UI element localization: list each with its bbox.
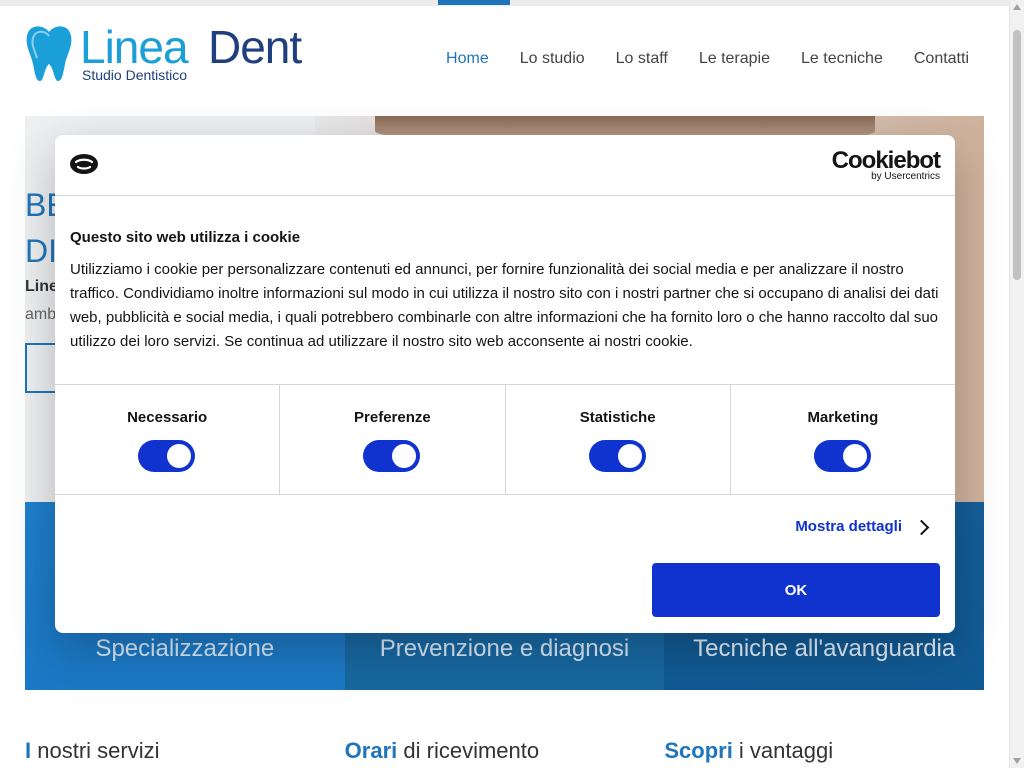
cookie-category-toggles: Necessario Preferenze Statistiche Market… xyxy=(55,384,955,495)
toggle-label: Preferenze xyxy=(354,409,431,426)
feature-label: Tecniche all'avanguardia xyxy=(693,635,956,662)
heading-accent: Scopri xyxy=(664,738,733,763)
heading-rest: di ricevimento xyxy=(397,738,540,763)
site-logo[interactable]: Linea Dent Studio Dentistico xyxy=(25,21,325,88)
ok-button[interactable]: OK xyxy=(652,563,940,617)
scroll-up-arrow-icon[interactable] xyxy=(1013,4,1021,10)
bottom-headings: I nostri servizi Orari di ricevimento Sc… xyxy=(25,738,984,764)
site-header: Linea Dent Studio Dentistico Home Lo stu… xyxy=(0,6,1009,116)
show-details-link[interactable]: Mostra dettagli xyxy=(795,518,930,535)
heading-orari: Orari di ricevimento xyxy=(345,738,665,764)
heading-rest: i vantaggi xyxy=(732,738,834,763)
toggle-label: Necessario xyxy=(127,409,208,426)
heading-rest: nostri servizi xyxy=(31,738,160,763)
logo-brand-dent: Dent xyxy=(208,21,302,73)
main-nav: Home Lo studio Lo staff Le terapie Le te… xyxy=(446,50,969,68)
toggle-label: Statistiche xyxy=(579,409,656,426)
toggle-knob xyxy=(392,444,417,468)
toggle-preferenze: Preferenze xyxy=(280,385,506,494)
feature-label: Prevenzione e diagnosi xyxy=(379,635,630,662)
cookie-dialog-header: Cookiebot by Usercentrics xyxy=(55,135,955,196)
cookie-consent-dialog: Cookiebot by Usercentrics Questo sito we… xyxy=(55,135,955,633)
heading-servizi: I nostri servizi xyxy=(25,738,345,764)
toggle-switch-preferenze[interactable] xyxy=(363,440,421,472)
heading-vantaggi: Scopri i vantaggi xyxy=(664,738,984,764)
page-scrollbar[interactable] xyxy=(1009,0,1024,768)
hero-text: amb xyxy=(25,306,57,323)
nav-lo-staff[interactable]: Lo staff xyxy=(616,50,668,68)
toggle-switch-necessario[interactable] xyxy=(138,440,196,472)
nav-contatti[interactable]: Contatti xyxy=(914,50,969,68)
cookie-dialog-title: Questo sito web utilizza i cookie xyxy=(70,229,301,246)
scrollbar-thumb[interactable] xyxy=(1013,30,1021,280)
toggle-marketing: Marketing xyxy=(731,385,955,494)
logo-brand-linea: Linea xyxy=(80,21,189,73)
toggle-switch-statistiche[interactable] xyxy=(588,440,646,472)
cookiebot-logo[interactable]: Cookiebot by Usercentrics xyxy=(831,147,941,182)
chevron-right-icon xyxy=(913,519,930,535)
toggle-necessario: Necessario xyxy=(55,385,281,494)
feature-label: Specializzazione xyxy=(95,635,275,662)
active-nav-indicator xyxy=(438,0,510,5)
logo-tagline: Studio Dentistico xyxy=(82,67,188,83)
nav-lo-studio[interactable]: Lo studio xyxy=(520,50,585,68)
hero-bold-text: Line xyxy=(25,278,58,295)
cookiebot-symbol-icon xyxy=(70,154,98,174)
toggle-switch-marketing[interactable] xyxy=(813,440,871,472)
cookiebot-brand: Cookiebot xyxy=(831,147,941,174)
toggle-label: Marketing xyxy=(807,409,879,426)
toggle-knob xyxy=(842,444,867,468)
show-details-label: Mostra dettagli xyxy=(795,518,902,535)
cookie-dialog-body: Utilizziamo i cookie per personalizzare … xyxy=(70,261,939,350)
toggle-statistiche: Statistiche xyxy=(506,385,731,494)
toggle-knob xyxy=(167,444,192,468)
toggle-knob xyxy=(617,444,642,468)
heading-accent: Orari xyxy=(344,738,398,763)
nav-le-tecniche[interactable]: Le tecniche xyxy=(801,50,883,68)
nav-le-terapie[interactable]: Le terapie xyxy=(699,50,770,68)
nav-home[interactable]: Home xyxy=(446,50,489,68)
tooth-logo-icon xyxy=(26,26,72,81)
scroll-down-arrow-icon[interactable] xyxy=(1013,758,1021,764)
